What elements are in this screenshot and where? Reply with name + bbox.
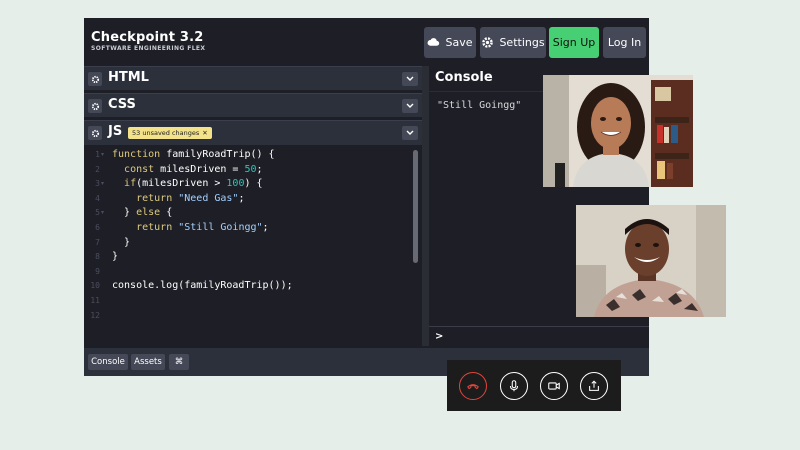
code-line[interactable]: } else { [112, 207, 172, 218]
project-subtitle: SOFTWARE ENGINEERING FLEX [91, 45, 206, 52]
line-number: 1 [95, 150, 100, 159]
cloud-icon [428, 38, 440, 46]
participant-video-1 [543, 75, 693, 187]
chevron-down-icon[interactable] [402, 99, 418, 113]
sign-up-button[interactable]: Sign Up [549, 27, 599, 58]
mute-button[interactable] [500, 372, 528, 400]
line-number: 6 [95, 223, 100, 232]
gear-icon[interactable] [88, 72, 102, 86]
chevron-down-icon[interactable] [402, 126, 418, 140]
code-line[interactable]: console.log(familyRoadTrip()); [112, 280, 293, 291]
code-line[interactable]: } [112, 237, 130, 248]
css-panel-title: CSS [108, 97, 136, 112]
line-number: 3 [95, 179, 100, 189]
code-line[interactable]: return "Still Goingg"; [112, 222, 268, 233]
log-in-label: Log In [607, 36, 642, 49]
line-number: 11 [90, 296, 100, 305]
console-prompt: > [435, 331, 444, 342]
top-bar: Checkpoint 3.2 SOFTWARE ENGINEERING FLEX… [84, 18, 649, 66]
html-panel-header[interactable]: HTML [84, 66, 422, 90]
js-code-editor[interactable]: 1 ▾ 2 3 ▾ 4 5 ▾ 6 7 8 9 10 11 12 function familyRoadTr… [84, 145, 422, 346]
keyboard-shortcuts-button[interactable]: ⌘ [169, 354, 189, 370]
line-number: 12 [90, 310, 100, 320]
camera-button[interactable] [540, 372, 568, 400]
share-screen-icon [589, 380, 599, 391]
share-screen-button[interactable] [580, 372, 608, 400]
css-panel-header[interactable]: CSS [84, 93, 422, 117]
line-number: 2 [95, 164, 100, 174]
stage: Checkpoint 3.2 SOFTWARE ENGINEERING FLEX… [0, 0, 800, 450]
html-panel-title: HTML [108, 70, 149, 85]
participant-video-2 [576, 205, 726, 317]
editors-column: HTML CSS JS 53 unsaved changes ✕ 1 ▾ 2 3… [84, 66, 422, 346]
save-label: Save [445, 36, 473, 49]
gear-icon[interactable] [88, 126, 102, 140]
gear-icon[interactable] [88, 99, 102, 113]
log-in-button[interactable]: Log In [603, 27, 646, 58]
js-panel-title: JS [108, 124, 123, 139]
sign-up-label: Sign Up [552, 36, 596, 49]
phone-hangup-icon [467, 384, 479, 390]
save-button[interactable]: Save [424, 27, 476, 58]
call-controls-bar [447, 360, 621, 411]
line-number: 5 [95, 208, 100, 218]
console-button[interactable]: Console [88, 354, 128, 370]
close-icon[interactable]: ✕ [202, 129, 207, 137]
line-number: 8 [95, 252, 100, 262]
participant-2-image [576, 205, 726, 317]
assets-button[interactable]: Assets [131, 354, 165, 370]
line-number: 4 [95, 193, 100, 203]
fold-chevron-icon[interactable]: ▾ [101, 209, 104, 216]
code-line[interactable]: if(milesDriven > 100) { [112, 178, 262, 189]
code-line[interactable]: return "Need Gas"; [112, 193, 244, 204]
line-number: 7 [95, 237, 100, 247]
editor-scrollbar[interactable] [413, 150, 418, 263]
console-input[interactable]: > [429, 326, 649, 346]
fold-chevron-icon[interactable]: ▾ [101, 151, 104, 158]
project-title: Checkpoint 3.2 [91, 30, 204, 45]
console-output-line: "Still Goingg" [437, 100, 522, 111]
line-gutter: 1 ▾ 2 3 ▾ 4 5 ▾ 6 7 8 9 10 11 12 [84, 145, 106, 346]
code-line[interactable]: const milesDriven = 50; [112, 164, 263, 175]
pane-divider[interactable] [422, 66, 429, 346]
unsaved-changes-badge[interactable]: 53 unsaved changes ✕ [128, 127, 212, 139]
video-camera-icon [548, 382, 560, 390]
hang-up-button[interactable] [459, 372, 487, 400]
js-panel-header[interactable]: JS 53 unsaved changes ✕ [84, 120, 422, 145]
chevron-down-icon[interactable] [402, 72, 418, 86]
code-line[interactable]: } [112, 251, 118, 262]
settings-button[interactable]: Settings [480, 27, 546, 58]
code-line[interactable]: function familyRoadTrip() { [112, 149, 275, 160]
settings-label: Settings [499, 36, 545, 49]
line-number: 9 [95, 266, 100, 276]
microphone-icon [509, 380, 519, 392]
console-title: Console [435, 70, 493, 85]
line-number: 10 [90, 281, 100, 291]
gear-icon [482, 37, 494, 48]
codepen-window: Checkpoint 3.2 SOFTWARE ENGINEERING FLEX… [84, 18, 649, 376]
participant-1-image [543, 75, 693, 187]
unsaved-changes-label: 53 unsaved changes [132, 129, 200, 137]
fold-chevron-icon[interactable]: ▾ [101, 180, 104, 187]
